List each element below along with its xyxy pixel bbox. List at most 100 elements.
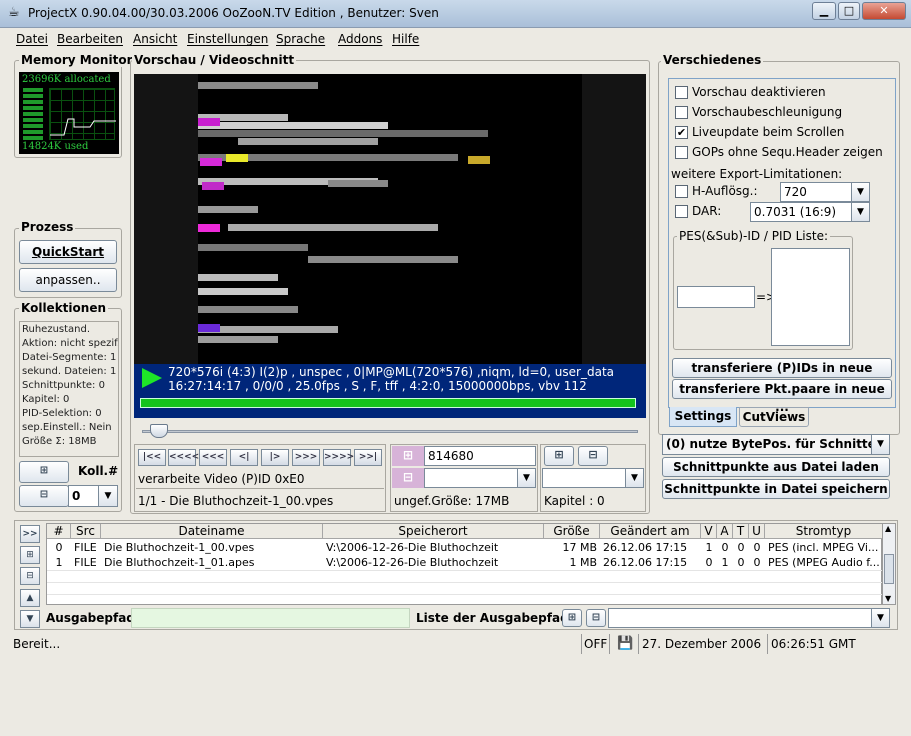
- cutpoint-position-field[interactable]: 814680: [424, 446, 536, 466]
- remove-chapter-icon[interactable]: ⊟: [578, 446, 608, 466]
- nav-fast-back-icon[interactable]: <<<<: [168, 449, 199, 466]
- add-cutpoint-icon[interactable]: ⊞: [392, 446, 424, 466]
- table-header-cell[interactable]: U: [749, 524, 765, 539]
- table-header-cell[interactable]: #: [47, 524, 71, 539]
- check-dar[interactable]: [675, 205, 688, 218]
- menu-einstellungen[interactable]: Einstellungen: [187, 32, 268, 46]
- position-slider-track[interactable]: [142, 430, 638, 433]
- nav-fast-forward-icon[interactable]: >>>>: [323, 449, 354, 466]
- dar-dropdown-arrow[interactable]: ▼: [851, 203, 869, 221]
- memory-graph: 23696K allocated 14824K used: [19, 72, 119, 154]
- tab-cutviews[interactable]: CutViews: [739, 407, 809, 427]
- process-status-text: verarbeite Video (P)ID 0xE0: [138, 472, 305, 486]
- add-collection-button[interactable]: ⊞: [19, 461, 69, 483]
- label-h-aufloesung: H-Auflösg.:: [692, 184, 758, 198]
- table-header-cell[interactable]: Stromtyp: [765, 524, 883, 539]
- ausgabepfade-list-label: Liste der Ausgabepfade:: [416, 611, 582, 625]
- menu-addons[interactable]: Addons: [338, 32, 382, 46]
- table-header-cell[interactable]: A: [717, 524, 733, 539]
- check-h-aufloesung[interactable]: [675, 185, 688, 198]
- kollektion-status-box: Ruhezustand. Aktion: nicht spezif. Datei-S…: [19, 321, 119, 457]
- position-slider-thumb[interactable]: [150, 424, 168, 438]
- nav-step-forward-icon[interactable]: |>: [261, 449, 289, 466]
- nav-forward-icon[interactable]: >>>: [292, 449, 320, 466]
- table-header-cell[interactable]: Src: [71, 524, 101, 539]
- table-header-cell[interactable]: T: [733, 524, 749, 539]
- play-icon[interactable]: [142, 368, 162, 388]
- nav-back-icon[interactable]: <<<: [199, 449, 227, 466]
- kollektion-status-line: Schnittpunkte: 0: [22, 380, 105, 391]
- cutpoint-dropdown-arrow[interactable]: ▼: [517, 469, 535, 487]
- remove-cutpoint-icon[interactable]: ⊟: [392, 468, 424, 488]
- bytepos-select[interactable]: (0) nutze BytePos. für Schnitte: [662, 434, 890, 455]
- remove-collection-button[interactable]: ⊟: [19, 485, 69, 507]
- remove-path-icon[interactable]: ⊟: [586, 609, 606, 627]
- tab-settings[interactable]: Settings: [669, 407, 737, 427]
- table-header-cell[interactable]: Dateiname: [101, 524, 323, 539]
- quickstart-button[interactable]: QuickStart: [19, 240, 117, 264]
- scroll-down-icon[interactable]: ▼: [885, 594, 891, 603]
- ausgabepfade-dropdown-arrow[interactable]: ▼: [871, 609, 889, 627]
- table-cell: 1: [705, 541, 713, 554]
- video-preview[interactable]: [134, 74, 646, 364]
- pid-list-title: PES(&Sub)-ID / PID Liste:: [677, 229, 831, 243]
- video-artifact: [198, 306, 298, 313]
- preview-title: Vorschau / Videoschnitt: [132, 53, 297, 67]
- ausgabepfad-field[interactable]: [131, 608, 410, 628]
- nav-first-icon[interactable]: |<<: [138, 449, 166, 466]
- ausgabepfade-select[interactable]: [608, 608, 890, 628]
- check-gops-ohne-header[interactable]: [675, 146, 688, 159]
- expand-files-icon[interactable]: >>: [20, 525, 40, 543]
- video-artifact: [308, 256, 458, 263]
- load-cuts-button[interactable]: Schnittpunkte aus Datei laden: [662, 457, 890, 477]
- close-button[interactable]: ✕: [862, 2, 906, 20]
- table-row[interactable]: 1 FILE Die Bluthochzeit-1_01.apes V:\2006-1…: [47, 555, 883, 570]
- check-liveupdate[interactable]: ✔: [675, 126, 688, 139]
- kollektionen-title: Kollektionen: [19, 301, 108, 315]
- table-row[interactable]: 0 FILE Die Bluthochzeit-1_00.vpes V:\2006-1…: [47, 540, 883, 555]
- move-up-icon[interactable]: ▲: [20, 589, 40, 607]
- menu-ansicht[interactable]: Ansicht: [133, 32, 177, 46]
- transfer-pairs-button[interactable]: transferiere Pkt.paare in neue ...: [672, 379, 892, 414]
- h-aufloesung-dropdown-arrow[interactable]: ▼: [851, 183, 869, 201]
- table-header-cell[interactable]: Speicherort: [323, 524, 544, 539]
- pid-list[interactable]: [771, 248, 850, 346]
- check-vorschaubeschleunigung[interactable]: [675, 106, 688, 119]
- table-cell: 26.12.06 17:15: [603, 541, 688, 554]
- nav-step-back-icon[interactable]: <|: [230, 449, 258, 466]
- table-header-cell[interactable]: V: [701, 524, 717, 539]
- koll-dropdown-arrow[interactable]: ▼: [98, 486, 117, 506]
- check-vorschau-deaktivieren[interactable]: [675, 86, 688, 99]
- table-cell: 26.12.06 17:15: [603, 556, 688, 569]
- scroll-up-icon[interactable]: ▲: [885, 524, 891, 533]
- menu-sprache[interactable]: Sprache: [276, 32, 325, 46]
- table-header-cell[interactable]: Größe: [544, 524, 600, 539]
- video-info-line2: 16:27:14:17 , 0/0/0 , 25.0fps , S , F, t…: [168, 379, 587, 393]
- save-cuts-button[interactable]: Schnittpunkte in Datei speichern: [662, 479, 890, 499]
- transfer-ids-button[interactable]: transferiere (P)IDs in neue Koll.#: [672, 358, 892, 393]
- add-chapter-icon[interactable]: ⊞: [544, 446, 574, 466]
- menu-datei[interactable]: Datei: [16, 32, 48, 46]
- menu-hilfe[interactable]: Hilfe: [392, 32, 419, 46]
- add-path-icon[interactable]: ⊞: [562, 609, 582, 627]
- maximize-button[interactable]: □: [838, 2, 860, 20]
- pid-input[interactable]: [677, 286, 755, 308]
- label-liveupdate: Liveupdate beim Scrollen: [692, 125, 845, 139]
- anpassen-button[interactable]: anpassen..: [19, 268, 117, 292]
- bytepos-dropdown-arrow[interactable]: ▼: [871, 435, 889, 454]
- nav-last-icon[interactable]: >>|: [354, 449, 382, 466]
- menu-bearbeiten[interactable]: Bearbeiten: [57, 32, 123, 46]
- remove-file-icon[interactable]: ⊟: [20, 567, 40, 585]
- table-cell: 0: [753, 541, 761, 554]
- table-cell: PES (MPEG Audio f...: [768, 556, 880, 569]
- nav-divider: [136, 488, 384, 489]
- move-down-icon[interactable]: ▼: [20, 610, 40, 628]
- chapter-dropdown-arrow[interactable]: ▼: [625, 469, 643, 487]
- table-header-cell[interactable]: Geändert am: [600, 524, 701, 539]
- minimize-button[interactable]: ▁: [812, 2, 836, 20]
- video-info-panel: 720*576i (4:3) I(2)p , unspec , 0|MP@ML(…: [134, 364, 646, 418]
- add-file-icon[interactable]: ⊞: [20, 546, 40, 564]
- files-scrollbar[interactable]: ▲ ▼: [882, 523, 896, 605]
- scroll-thumb[interactable]: [884, 554, 894, 584]
- video-artifact: [202, 182, 224, 190]
